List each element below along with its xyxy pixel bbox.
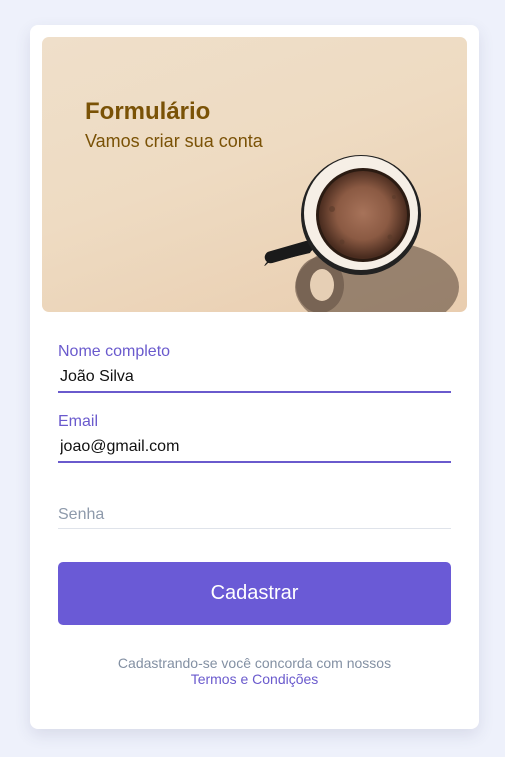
email-input[interactable] <box>58 433 451 463</box>
name-input[interactable] <box>58 363 451 393</box>
submit-button[interactable]: Cadastrar <box>58 562 451 625</box>
terms-link[interactable]: Termos e Condições <box>30 671 479 687</box>
email-field: Email <box>58 413 451 465</box>
hero-title: Formulário <box>85 98 211 125</box>
name-field: Nome completo <box>58 343 451 395</box>
password-input[interactable] <box>58 501 451 529</box>
terms-notice: Cadastrando-se você concorda com nossos <box>117 655 392 671</box>
hero-subtitle: Vamos criar sua conta <box>85 131 263 151</box>
hero-banner: Formulário Vamos criar sua conta <box>42 37 467 312</box>
signup-card: Formulário Vamos criar sua conta Nome co… <box>30 25 479 729</box>
coffee-cup-icon <box>264 155 459 312</box>
name-label: Nome completo <box>58 343 171 360</box>
email-label: Email <box>58 413 99 430</box>
